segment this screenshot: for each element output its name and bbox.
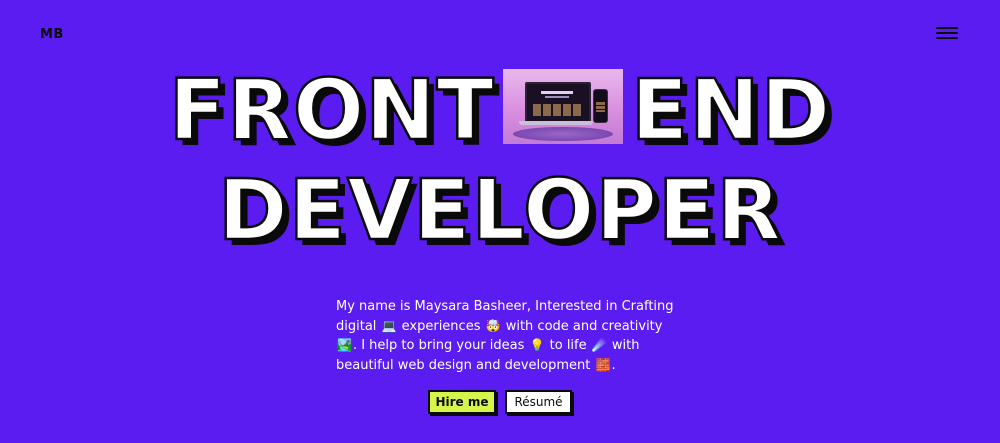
hero-word-end: END [630,61,832,160]
hero-title-line-1: FRONT END [0,61,1000,160]
menu-bar-bottom [936,37,958,39]
landscape-emoji-icon: 🏞️ [337,338,352,352]
hero-word-front: FRONT [167,61,495,160]
brick-emoji-icon: 🧱 [595,357,611,372]
lightbulb-emoji-icon: 💡 [529,338,545,352]
laptop-mockup-image [502,68,623,144]
phone-illustration [592,88,608,123]
resume-button[interactable]: Résumé [505,390,572,414]
pedestal-illustration [512,126,613,141]
laptop-emoji-icon: 💻 [381,318,397,333]
hamburger-menu-icon[interactable] [936,27,958,41]
hire-me-button[interactable]: Hire me [428,390,496,414]
hero-title-line-2: DEVELOPER [217,161,783,259]
comet-emoji-icon: ☄️ [591,338,607,352]
site-logo[interactable]: MB [40,27,64,42]
mind-blown-emoji-icon: 🤯 [485,318,501,333]
menu-bar-middle [936,32,958,34]
laptop-base [518,120,593,125]
menu-bar-top [936,27,958,29]
laptop-illustration [524,81,591,124]
intro-paragraph: My name is Maysara Basheer, Interested i… [336,299,674,373]
